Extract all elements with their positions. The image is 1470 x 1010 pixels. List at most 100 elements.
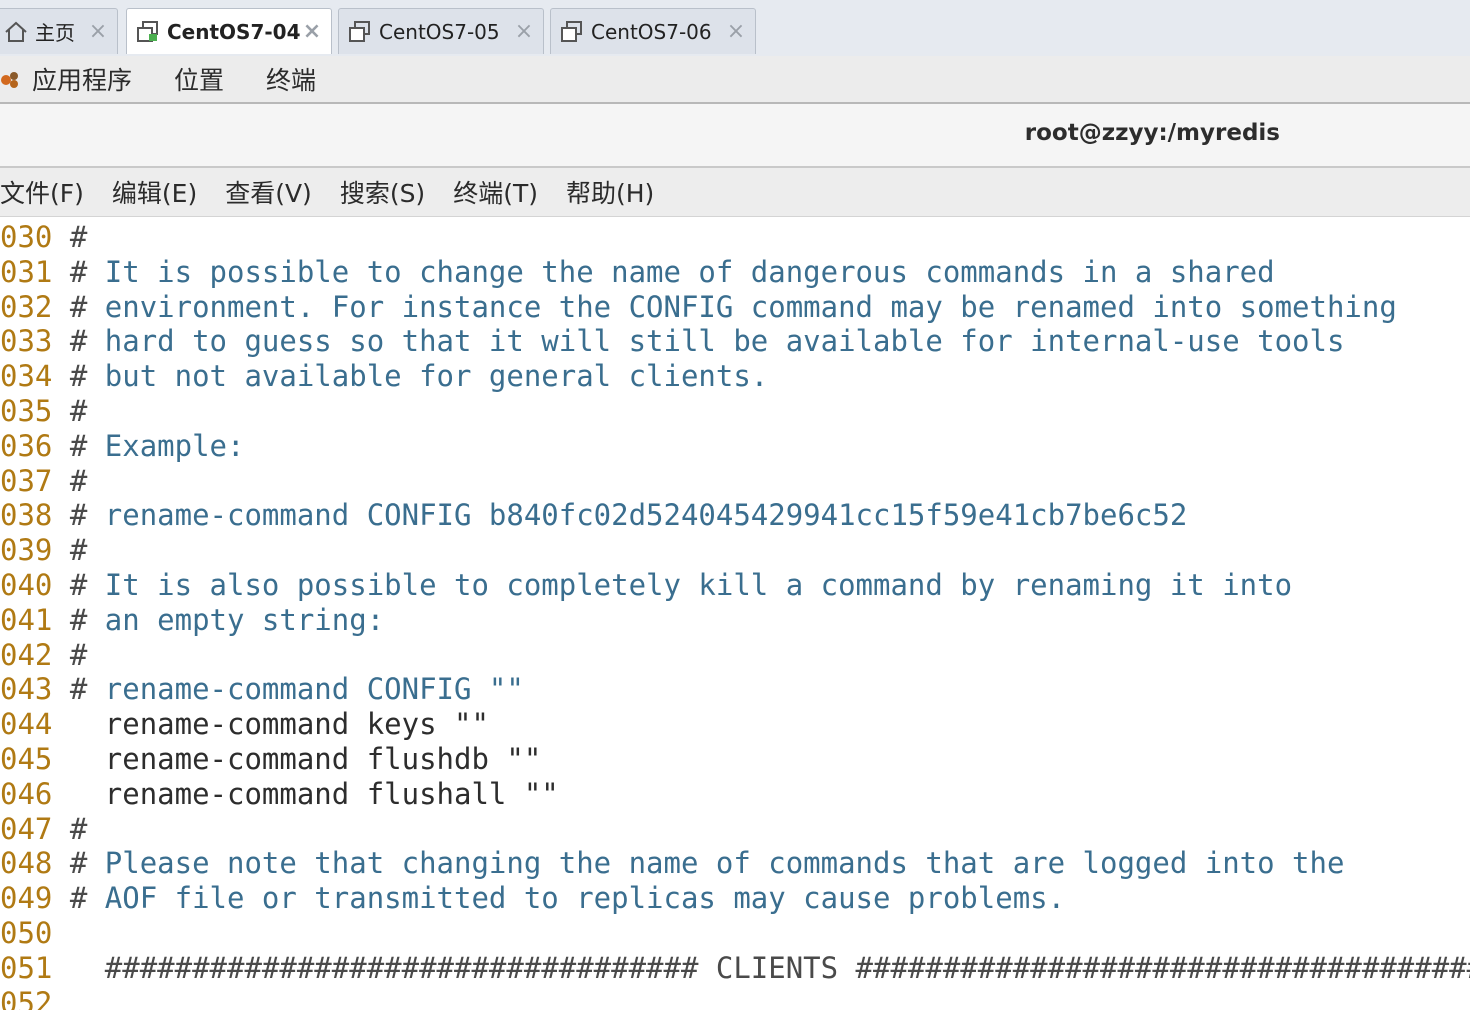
comment-marker: # bbox=[69, 672, 88, 707]
line-number: 049 bbox=[0, 881, 53, 916]
tab-label: CentOS7-05 bbox=[379, 19, 500, 44]
window-title: root@zzyy:/myredis bbox=[1024, 120, 1280, 146]
line-number: 046 bbox=[0, 776, 53, 811]
menu-file[interactable]: 文件(F) bbox=[0, 174, 84, 210]
editor-line: 050 bbox=[0, 916, 105, 951]
line-number: 043 bbox=[0, 672, 53, 707]
menu-applications[interactable]: 应用程序 bbox=[32, 61, 132, 97]
vm-icon bbox=[559, 19, 585, 45]
line-text: rename-command CONFIG b840fc02d524045429… bbox=[104, 498, 1188, 533]
close-icon[interactable]: × bbox=[725, 19, 747, 44]
line-text: hard to guess so that it will still be a… bbox=[104, 324, 1345, 359]
tab-centos7-05[interactable]: CentOS7-05 × bbox=[338, 8, 544, 54]
line-text: rename-command flushall "" bbox=[104, 776, 559, 811]
terminal-menubar: 文件(F) 编辑(E) 查看(V) 搜索(S) 终端(T) 帮助(H) bbox=[0, 168, 1470, 217]
terminal-editor[interactable]: 030 # 031 # It is possible to change the… bbox=[0, 220, 1470, 1010]
line-number: 051 bbox=[0, 950, 53, 985]
editor-line: 032 # environment. For instance the CONF… bbox=[0, 290, 1397, 325]
line-text: AOF file or transmitted to replicas may … bbox=[104, 881, 1066, 916]
menu-terminal[interactable]: 终端 bbox=[266, 61, 316, 97]
editor-line: 048 # Please note that changing the name… bbox=[0, 846, 1344, 881]
tab-bar: 主页 × CentOS7-04 × CentOS7-05 × CentOS7-0… bbox=[0, 0, 1470, 57]
line-number: 035 bbox=[0, 394, 53, 428]
home-icon bbox=[3, 19, 29, 45]
editor-line: 031 # It is possible to change the name … bbox=[0, 255, 1275, 290]
menu-places[interactable]: 位置 bbox=[174, 61, 224, 97]
line-number: 047 bbox=[0, 811, 53, 846]
tab-centos7-06[interactable]: CentOS7-06 × bbox=[550, 8, 756, 54]
editor-line: 035 # bbox=[0, 394, 105, 429]
comment-marker: # bbox=[69, 602, 88, 637]
line-number: 039 bbox=[0, 533, 53, 568]
comment-marker bbox=[70, 986, 87, 1010]
menu-help[interactable]: 帮助(H) bbox=[566, 174, 654, 210]
comment-marker bbox=[70, 916, 87, 950]
line-number: 041 bbox=[0, 602, 53, 637]
comment-marker: # bbox=[69, 846, 88, 881]
line-text: environment. For instance the CONFIG com… bbox=[104, 289, 1397, 324]
comment-marker: # bbox=[69, 254, 88, 289]
line-text: It is also possible to completely kill a… bbox=[104, 568, 1293, 602]
close-icon[interactable]: × bbox=[301, 19, 323, 44]
line-number: 042 bbox=[0, 637, 53, 672]
line-number: 045 bbox=[0, 742, 53, 776]
editor-line: 033 # hard to guess so that it will stil… bbox=[0, 324, 1344, 359]
tab-centos7-04[interactable]: CentOS7-04 × bbox=[126, 8, 332, 54]
editor-line: 047 # bbox=[0, 812, 105, 847]
editor-line: 039 # bbox=[0, 533, 105, 568]
menu-search[interactable]: 搜索(S) bbox=[340, 174, 425, 210]
tab-label: CentOS7-06 bbox=[591, 19, 712, 44]
line-number: 031 bbox=[0, 254, 53, 289]
editor-line: 037 # bbox=[0, 464, 105, 499]
comment-marker: # bbox=[69, 359, 88, 394]
line-number: 044 bbox=[0, 707, 53, 742]
comment-marker: # bbox=[69, 637, 88, 672]
line-number: 040 bbox=[0, 568, 53, 602]
editor-line: 052 bbox=[0, 986, 105, 1010]
line-text: It is possible to change the name of dan… bbox=[104, 254, 1275, 289]
close-icon[interactable]: × bbox=[87, 19, 109, 44]
tab-home[interactable]: 主页 × bbox=[0, 8, 118, 54]
line-number: 037 bbox=[0, 463, 53, 498]
comment-marker: # bbox=[69, 220, 88, 254]
comment-marker bbox=[70, 951, 87, 985]
comment-marker: # bbox=[69, 463, 88, 498]
menu-terminal-t[interactable]: 终端(T) bbox=[453, 174, 538, 210]
line-number: 034 bbox=[0, 359, 53, 394]
editor-line: 045 rename-command flushdb "" bbox=[0, 742, 541, 777]
line-number: 030 bbox=[0, 220, 53, 254]
editor-line: 041 # an empty string: bbox=[0, 603, 384, 638]
comment-marker bbox=[70, 742, 87, 776]
close-icon[interactable]: × bbox=[513, 19, 535, 44]
line-number: 036 bbox=[0, 428, 53, 463]
line-number: 032 bbox=[0, 289, 53, 324]
editor-line: 030 # bbox=[0, 220, 105, 255]
apps-icon[interactable] bbox=[0, 68, 22, 90]
editor-line: 051 ################################## C… bbox=[0, 951, 1470, 986]
vm-icon bbox=[347, 19, 373, 45]
comment-marker: # bbox=[69, 533, 88, 568]
editor-line: 038 # rename-command CONFIG b840fc02d524… bbox=[0, 498, 1187, 533]
comment-marker bbox=[70, 707, 87, 741]
menu-edit[interactable]: 编辑(E) bbox=[112, 174, 197, 210]
comment-marker: # bbox=[69, 881, 88, 916]
editor-line: 036 # Example: bbox=[0, 429, 244, 464]
line-text: Example: bbox=[104, 428, 245, 463]
line-number: 038 bbox=[0, 498, 53, 533]
window-titlebar[interactable]: root@zzyy:/myredis bbox=[0, 104, 1470, 168]
menu-view[interactable]: 查看(V) bbox=[225, 174, 312, 210]
line-text: rename-command keys "" bbox=[104, 707, 489, 742]
line-text: ################################## CLIEN… bbox=[104, 950, 1470, 985]
comment-marker: # bbox=[69, 394, 88, 428]
gnome-app-menu: 应用程序 位置 终端 bbox=[0, 56, 1470, 104]
line-text: Please note that changing the name of co… bbox=[104, 846, 1345, 881]
comment-marker: # bbox=[69, 568, 88, 602]
comment-marker: # bbox=[69, 498, 88, 533]
comment-marker bbox=[70, 777, 87, 811]
tab-label: 主页 bbox=[35, 21, 75, 45]
line-text: rename-command flushdb "" bbox=[104, 742, 542, 776]
editor-line: 042 # bbox=[0, 638, 105, 673]
editor-line: 034 # but not available for general clie… bbox=[0, 359, 768, 394]
comment-marker: # bbox=[69, 428, 88, 463]
line-text: an empty string: bbox=[104, 602, 385, 637]
